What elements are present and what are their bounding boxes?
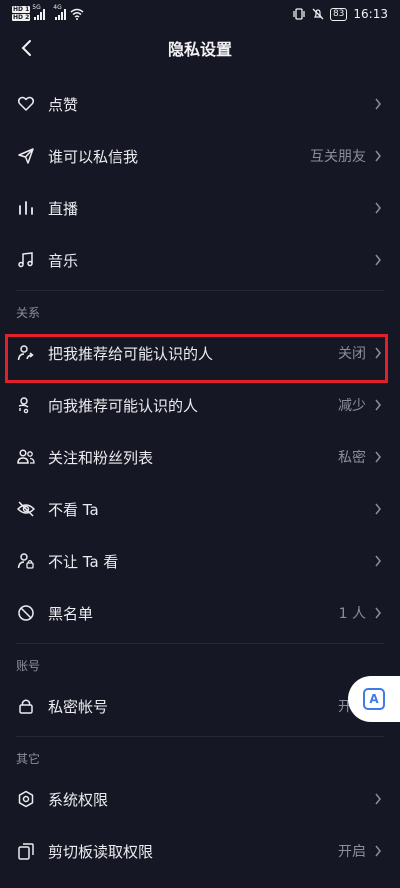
chevron-right-icon	[374, 792, 384, 806]
user-link-icon	[16, 395, 36, 415]
row-label: 关注和粉丝列表	[48, 448, 154, 467]
chevron-right-icon	[374, 606, 384, 620]
row-recommend-to-me[interactable]: 向我推荐可能认识的人 减少	[0, 379, 400, 431]
signal-type-2: 4G	[53, 4, 62, 11]
scan-text-icon: A	[363, 688, 385, 710]
music-note-icon	[16, 250, 36, 270]
users-icon	[16, 447, 36, 467]
wifi-icon	[70, 8, 84, 20]
row-value: 减少	[338, 398, 366, 414]
chevron-right-icon	[374, 346, 384, 360]
row-value: 开启	[338, 844, 366, 860]
row-blacklist[interactable]: 黑名单 1 人	[0, 587, 400, 639]
header: 隐私设置	[0, 28, 400, 68]
back-button[interactable]	[10, 32, 42, 64]
row-follow-fans-list[interactable]: 关注和粉丝列表 私密	[0, 431, 400, 483]
row-value: 关闭	[338, 346, 366, 362]
battery-indicator: 83	[329, 7, 348, 21]
row-hide-from-ta[interactable]: 不让 Ta 看	[0, 535, 400, 587]
mute-icon	[312, 8, 324, 20]
row-recommend-me[interactable]: 把我推荐给可能认识的人 关闭	[0, 327, 400, 379]
row-label: 不让 Ta 看	[48, 552, 119, 571]
row-value: 互关朋友	[310, 149, 366, 165]
clock: 16:13	[353, 7, 388, 21]
row-label: 黑名单	[48, 604, 94, 623]
chevron-right-icon	[374, 554, 384, 568]
row-likes[interactable]: 点赞	[0, 78, 400, 130]
row-value: 私密	[338, 450, 366, 466]
chevron-right-icon	[374, 253, 384, 267]
row-label: 系统权限	[48, 790, 109, 809]
row-label: 直播	[48, 199, 79, 218]
signal-icon: 5G	[32, 4, 46, 20]
user-lock-icon	[16, 551, 36, 571]
hd2-label: HD 2	[12, 14, 31, 21]
chevron-right-icon	[374, 201, 384, 215]
chevron-left-icon	[21, 40, 31, 56]
row-private-account[interactable]: 私密帐号 开启	[0, 680, 400, 732]
hd-indicator: HD 1 HD 2	[12, 6, 31, 22]
row-value: 1 人	[338, 606, 366, 622]
row-label: 剪切板读取权限	[48, 842, 154, 861]
user-share-icon	[16, 343, 36, 363]
row-label: 点赞	[48, 95, 79, 114]
settings-list: 点赞 谁可以私信我 互关朋友 直播 音乐 关系 把我推荐给可能认识的人 关闭 向…	[0, 78, 400, 877]
section-header-other: 其它	[16, 752, 41, 766]
eye-off-icon	[16, 499, 36, 519]
chevron-right-icon	[374, 97, 384, 111]
chevron-right-icon	[374, 844, 384, 858]
section-header-account: 账号	[16, 659, 41, 673]
hexagon-settings-icon	[16, 789, 36, 809]
signal-type-1: 5G	[32, 4, 41, 11]
row-label: 不看 Ta	[48, 500, 99, 519]
clipboard-icon	[16, 841, 36, 861]
status-left: HD 1 HD 2 5G 4G	[12, 4, 84, 22]
page-title: 隐私设置	[167, 40, 232, 59]
vibrate-icon	[293, 8, 305, 20]
block-icon	[16, 603, 36, 623]
signal-icon-2: 4G	[53, 4, 67, 20]
row-label: 私密帐号	[48, 697, 109, 716]
chevron-right-icon	[374, 450, 384, 464]
row-label: 音乐	[48, 251, 79, 270]
row-who-can-message[interactable]: 谁可以私信我 互关朋友	[0, 130, 400, 182]
send-icon	[16, 146, 36, 166]
live-bars-icon	[16, 198, 36, 218]
status-bar: HD 1 HD 2 5G 4G 83 16:13	[0, 0, 400, 28]
chevron-right-icon	[374, 502, 384, 516]
lock-icon	[16, 696, 36, 716]
floating-scan-button[interactable]: A	[348, 676, 400, 722]
chevron-right-icon	[374, 398, 384, 412]
row-label: 谁可以私信我	[48, 147, 139, 166]
row-dont-see-ta[interactable]: 不看 Ta	[0, 483, 400, 535]
heart-icon	[16, 94, 36, 114]
status-right: 83 16:13	[292, 7, 388, 21]
scan-label: A	[369, 692, 379, 706]
row-label: 把我推荐给可能认识的人	[48, 344, 214, 363]
row-clipboard-permission[interactable]: 剪切板读取权限 开启	[0, 825, 400, 877]
row-system-permissions[interactable]: 系统权限	[0, 773, 400, 825]
hd1-label: HD 1	[12, 6, 31, 13]
row-music[interactable]: 音乐	[0, 234, 400, 286]
row-label: 向我推荐可能认识的人	[48, 396, 199, 415]
section-header-relations: 关系	[16, 306, 41, 320]
chevron-right-icon	[374, 149, 384, 163]
row-live[interactable]: 直播	[0, 182, 400, 234]
